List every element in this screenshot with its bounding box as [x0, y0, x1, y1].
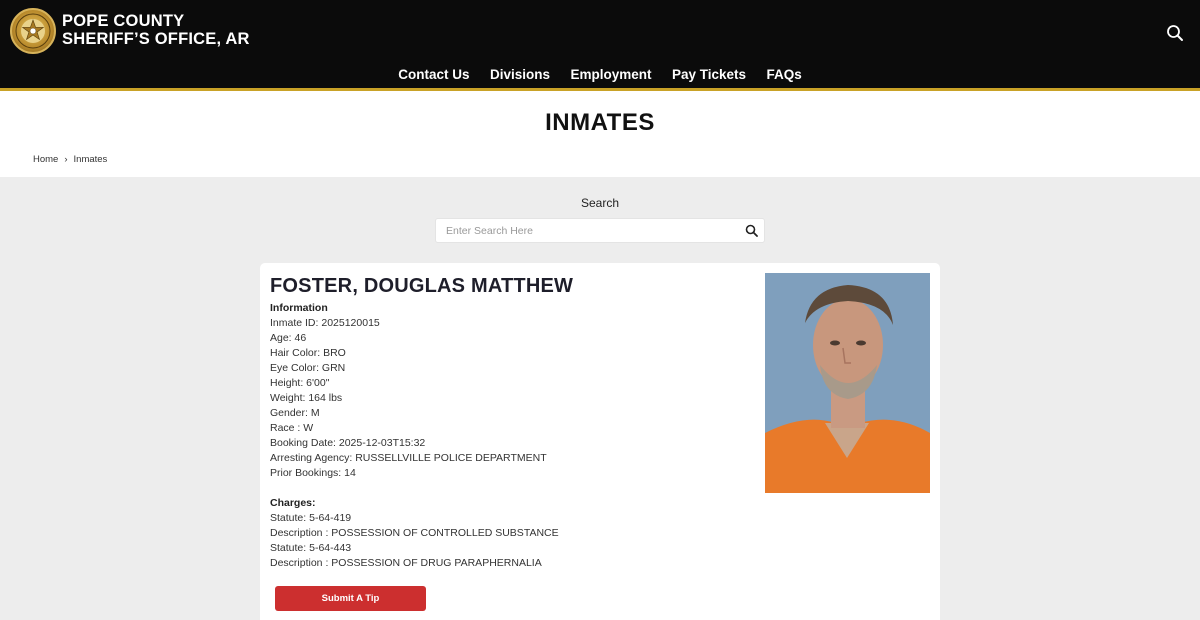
charge-description-1: Description : POSSESSION OF CONTROLLED S…: [270, 527, 559, 539]
search-label: Search: [580, 196, 620, 210]
info-eye-color: Eye Color: GRN: [270, 362, 346, 374]
charge-statute-2: Statute: 5-64-443: [270, 542, 352, 554]
info-race: Race : W: [270, 422, 314, 434]
info-height: Height: 6'00": [270, 377, 330, 389]
info-inmate-id: Inmate ID: 2025120015: [270, 317, 380, 329]
charge-statute-1: Statute: 5-64-419: [270, 512, 352, 524]
site-brand[interactable]: POPE COUNTY SHERIFF’S OFFICE, AR: [62, 12, 250, 48]
search-input[interactable]: [436, 219, 726, 242]
nav-item-faqs[interactable]: FAQs: [766, 67, 801, 82]
info-hair-color: Hair Color: BRO: [270, 347, 346, 359]
page-title: INMATES: [545, 109, 655, 136]
info-gender: Gender: M: [270, 407, 320, 419]
info-arresting-agency: Arresting Agency: RUSSELLVILLE POLICE DE…: [270, 452, 547, 464]
inmate-card: FOSTER, DOUGLAS MATTHEW Information Inma…: [260, 263, 940, 620]
breadcrumb-separator: ›: [64, 154, 68, 165]
breadcrumb-home[interactable]: Home: [33, 154, 58, 165]
inmate-photo: [765, 273, 930, 493]
info-weight: Weight: 164 lbs: [270, 392, 343, 404]
info-age: Age: 46: [270, 332, 307, 344]
charge-description-2: Description : POSSESSION OF DRUG PARAPHE…: [270, 557, 542, 569]
nav-item-employment[interactable]: Employment: [570, 67, 651, 82]
search-box: [435, 218, 765, 243]
sheriff-badge-icon[interactable]: [10, 8, 56, 54]
search-submit-icon[interactable]: [745, 224, 758, 237]
brand-line-2: SHERIFF’S OFFICE, AR: [62, 30, 250, 48]
charges-heading: Charges:: [270, 497, 316, 509]
breadcrumb-current: Inmates: [73, 154, 108, 165]
site-header: POPE COUNTY SHERIFF’S OFFICE, AR Contact…: [0, 0, 1200, 88]
breadcrumb: Home › Inmates: [33, 154, 107, 165]
inmate-name: FOSTER, DOUGLAS MATTHEW: [270, 275, 574, 297]
info-booking-date: Booking Date: 2025-12-03T15:32: [270, 437, 426, 449]
search-icon[interactable]: [1166, 24, 1184, 42]
inmate-info: Information Inmate ID: 2025120015 Age: 4…: [270, 301, 559, 571]
nav-item-contact-us[interactable]: Contact Us: [398, 67, 469, 82]
title-section: INMATES Home › Inmates: [0, 91, 1200, 177]
info-heading: Information: [270, 302, 328, 314]
brand-line-1: POPE COUNTY: [62, 12, 185, 30]
info-prior-bookings: Prior Bookings: 14: [270, 467, 356, 479]
main-nav: Contact Us Divisions Employment Pay Tick…: [0, 66, 1200, 84]
nav-item-pay-tickets[interactable]: Pay Tickets: [672, 67, 746, 82]
nav-item-divisions[interactable]: Divisions: [490, 67, 550, 82]
submit-tip-button[interactable]: Submit A Tip: [275, 586, 426, 611]
